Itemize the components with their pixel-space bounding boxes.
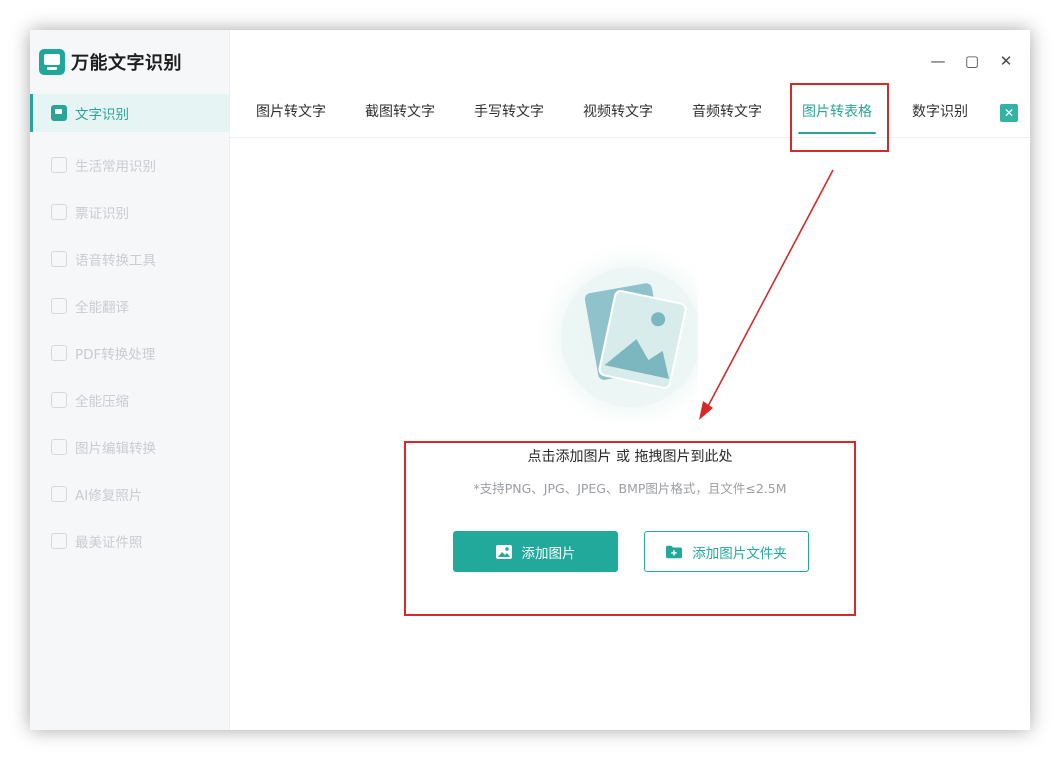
scan-text-icon [51, 105, 67, 121]
sidebar-item-label: 文字识别 [75, 107, 129, 123]
annotation-box-tab [790, 83, 889, 152]
image-edit-icon [51, 438, 67, 455]
tab-bar: 图片转文字 截图转文字 手写转文字 视频转文字 音频转文字 图片转表格 数字识别… [230, 94, 1030, 138]
translate-icon [51, 297, 67, 314]
sidebar-item-text-recognition[interactable]: 文字识别 [30, 94, 230, 132]
sidebar-item-label: 全能翻译 [75, 299, 129, 316]
maximize-button[interactable]: ▢ [962, 50, 982, 72]
image-placeholder-icon [531, 242, 698, 422]
sidebar-item-label: 全能压缩 [75, 393, 129, 410]
compress-icon [51, 391, 67, 408]
sidebar-item-label: 最美证件照 [75, 534, 143, 551]
minimize-button[interactable]: — [928, 50, 948, 72]
ticket-icon [51, 203, 67, 220]
app-title: 万能文字识别 [71, 53, 182, 74]
sidebar-item-image-edit[interactable]: 图片编辑转换 [30, 423, 230, 470]
sidebar-item-life-recognition[interactable]: 生活常用识别 [30, 141, 230, 188]
id-photo-icon [51, 532, 67, 549]
sidebar-item-label: AI修复照片 [75, 487, 143, 504]
scan-life-icon [51, 156, 67, 173]
ai-repair-icon [51, 485, 67, 502]
sidebar-item-ai-repair[interactable]: AI修复照片 [30, 470, 230, 517]
sidebar-item-compress[interactable]: 全能压缩 [30, 376, 230, 423]
tab-handwriting-to-text[interactable]: 手写转文字 [459, 94, 559, 138]
sidebar-item-translate[interactable]: 全能翻译 [30, 282, 230, 329]
voice-icon [51, 250, 67, 267]
sidebar-item-label: PDF转换处理 [75, 346, 156, 363]
sidebar-item-label: 生活常用识别 [75, 158, 156, 175]
sidebar-item-label: 票证识别 [75, 205, 129, 222]
window-controls: — ▢ ✕ [928, 50, 1016, 72]
tab-video-to-text[interactable]: 视频转文字 [568, 94, 668, 138]
sidebar-item-label: 语音转换工具 [75, 252, 156, 269]
app-logo-icon [39, 49, 65, 75]
sidebar-item-ticket-recognition[interactable]: 票证识别 [30, 188, 230, 235]
sidebar-item-label: 图片编辑转换 [75, 440, 156, 457]
tab-number-recognition[interactable]: 数字识别 [896, 94, 984, 138]
tab-audio-to-text[interactable]: 音频转文字 [677, 94, 777, 138]
sidebar-nav: 文字识别 生活常用识别 票证识别 语音转换工具 全能翻译 PDF转换处理 全能压… [30, 94, 230, 564]
sidebar: 万能文字识别 文字识别 生活常用识别 票证识别 语音转换工具 全能翻译 PDF转… [30, 30, 230, 730]
sidebar-item-voice-tools[interactable]: 语音转换工具 [30, 235, 230, 282]
tab-image-to-text[interactable]: 图片转文字 [241, 94, 341, 138]
sidebar-item-pdf[interactable]: PDF转换处理 [30, 329, 230, 376]
tab-more-icon[interactable]: ✕ [1000, 104, 1018, 122]
tab-screenshot-to-text[interactable]: 截图转文字 [350, 94, 450, 138]
pdf-icon [51, 344, 67, 361]
annotation-box-upload [404, 441, 856, 616]
sidebar-item-id-photo[interactable]: 最美证件照 [30, 517, 230, 564]
close-button[interactable]: ✕ [996, 50, 1016, 72]
app-brand: 万能文字识别 [39, 49, 182, 75]
